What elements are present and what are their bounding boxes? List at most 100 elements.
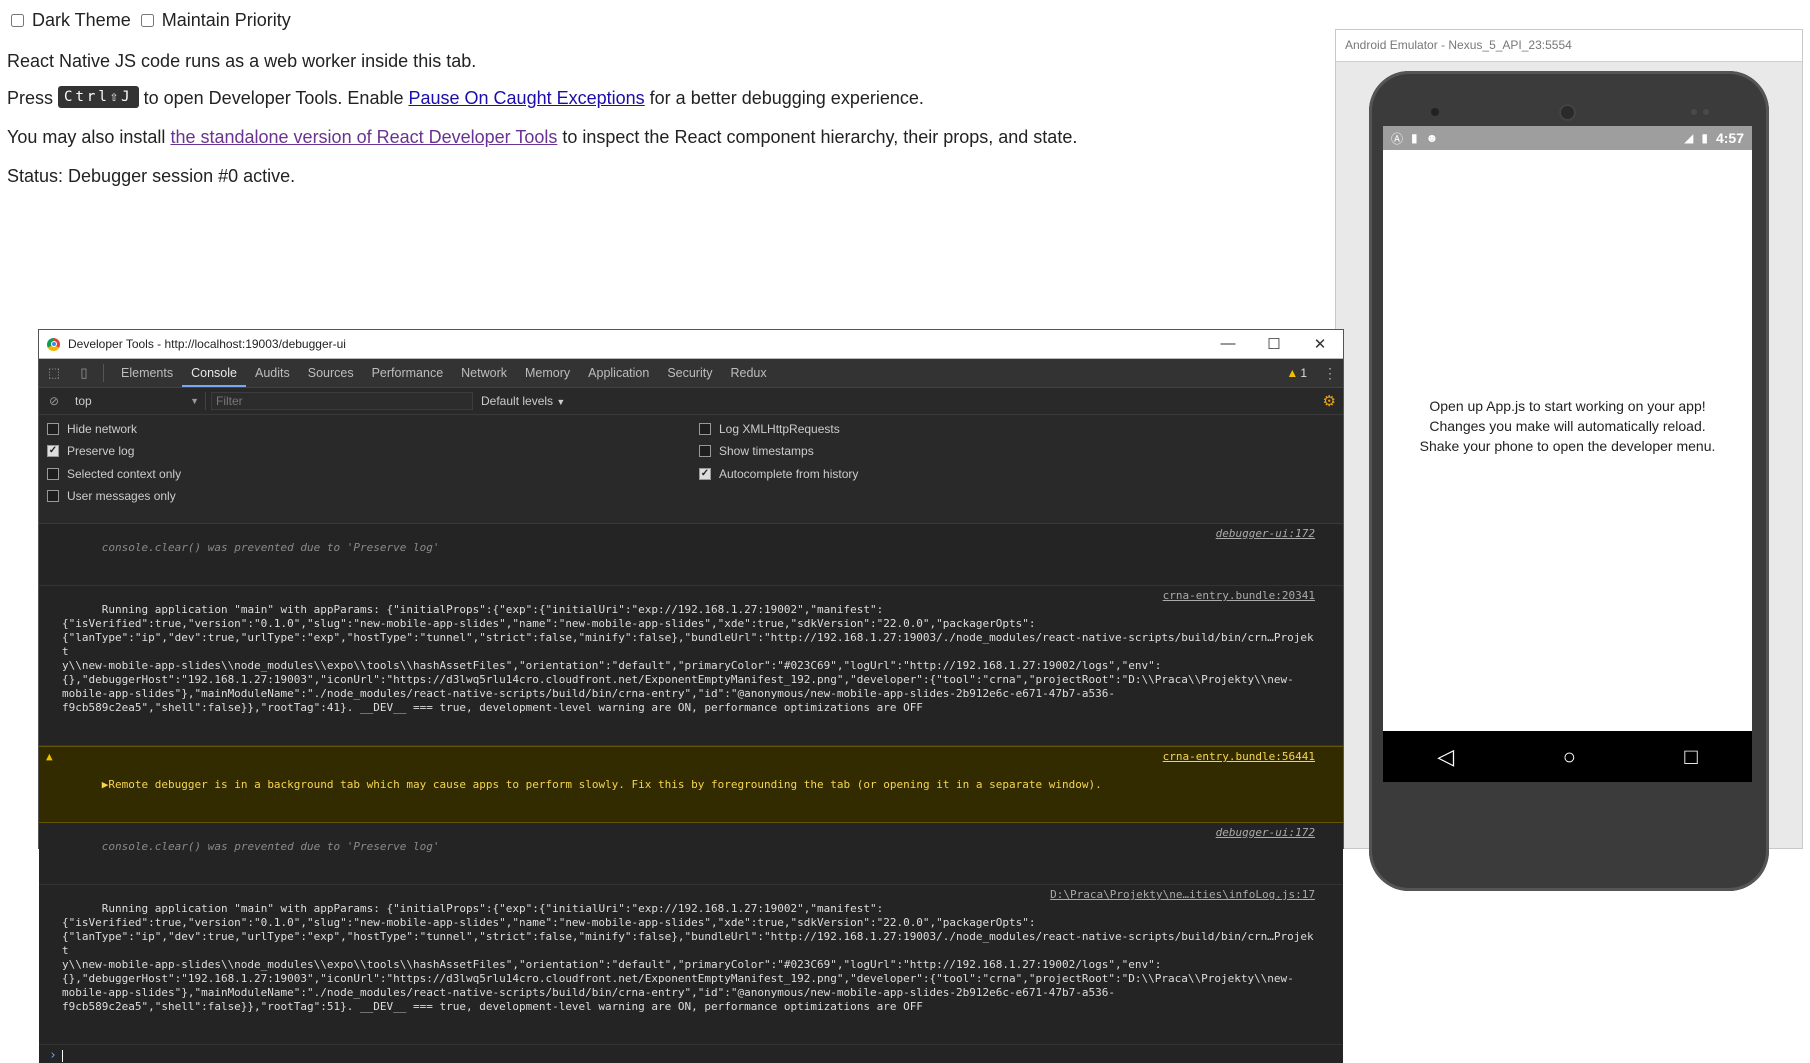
- show-timestamps-checkbox[interactable]: [699, 445, 711, 457]
- android-status-bar: Ⓐ ▮ ☻ ◢ ▮ 4:57: [1383, 126, 1752, 150]
- recents-icon[interactable]: □: [1684, 744, 1697, 770]
- log-xhr-checkbox[interactable]: [699, 423, 711, 435]
- app-message-line: Changes you make will automatically relo…: [1429, 418, 1706, 434]
- message-text[interactable]: ▶Remote debugger is in a background tab …: [102, 778, 1102, 791]
- app-message: Open up App.js to start working on your …: [1383, 396, 1752, 456]
- message-source-link[interactable]: debugger-ui:172: [1209, 527, 1315, 541]
- tab-network[interactable]: Network: [452, 359, 516, 387]
- speaker-grille-icon: [1559, 104, 1576, 121]
- tab-redux[interactable]: Redux: [721, 359, 775, 387]
- phone-screen[interactable]: Ⓐ ▮ ☻ ◢ ▮ 4:57 Open up App.js to start w…: [1383, 126, 1752, 782]
- selected-context-setting[interactable]: Selected context only: [47, 467, 181, 481]
- message-text: Running application "main" with appParam…: [62, 902, 1314, 1013]
- user-messages-checkbox[interactable]: [47, 490, 59, 502]
- home-icon[interactable]: ○: [1563, 744, 1576, 770]
- console-message: Running application "main" with appParam…: [39, 885, 1343, 1045]
- preserve-log-label: Preserve log: [67, 444, 135, 458]
- minimize-button[interactable]: —: [1205, 335, 1251, 353]
- message-source-link[interactable]: crna-entry.bundle:56441: [1156, 750, 1315, 764]
- clear-console-icon[interactable]: ⊘: [39, 394, 69, 408]
- devtools-title: Developer Tools - http://localhost:19003…: [68, 337, 346, 351]
- filter-input[interactable]: [211, 392, 473, 410]
- preserve-log-setting[interactable]: ✓ Preserve log: [47, 444, 134, 458]
- warning-icon: ▲: [46, 750, 53, 763]
- tab-console[interactable]: Console: [182, 359, 246, 387]
- hide-network-checkbox[interactable]: [47, 423, 59, 435]
- text-cursor: [61, 1049, 63, 1062]
- console-warning: ▲ ▶Remote debugger is in a background ta…: [39, 746, 1343, 823]
- divider: [103, 364, 104, 382]
- app-message-line: Open up App.js to start working on your …: [1429, 398, 1706, 414]
- message-source-link[interactable]: debugger-ui:172: [1209, 826, 1315, 840]
- notification-icon: Ⓐ: [1391, 131, 1404, 146]
- close-button[interactable]: ✕: [1297, 335, 1343, 353]
- console-output[interactable]: console.clear() was prevented due to 'Pr…: [39, 524, 1343, 1063]
- install-prefix-text: You may also install: [7, 127, 166, 147]
- battery-icon: ▮: [1701, 131, 1708, 145]
- show-timestamps-label: Show timestamps: [719, 444, 814, 458]
- preserve-log-checkbox[interactable]: ✓: [47, 445, 59, 457]
- debugger-status: Status: Debugger session #0 active.: [7, 166, 296, 186]
- press-text: Press: [7, 87, 54, 108]
- react-devtools-link[interactable]: the standalone version of React Develope…: [170, 127, 557, 147]
- console-prompt[interactable]: ›: [39, 1045, 1343, 1063]
- device-toolbar-icon[interactable]: ▯: [69, 365, 99, 381]
- tab-memory[interactable]: Memory: [516, 359, 579, 387]
- tab-security[interactable]: Security: [658, 359, 721, 387]
- selected-context-label: Selected context only: [67, 467, 182, 481]
- front-camera-icon: [1431, 108, 1439, 116]
- log-levels-dropdown[interactable]: Default levels ▼: [481, 394, 565, 408]
- message-text: console.clear() was prevented due to 'Pr…: [101, 541, 440, 554]
- dark-theme-checkbox[interactable]: [11, 13, 24, 27]
- autocomplete-checkbox[interactable]: ✓: [699, 468, 711, 480]
- maintain-priority-label: Maintain Priority: [161, 9, 291, 30]
- log-levels-value: Default levels: [481, 394, 554, 408]
- log-xhr-setting[interactable]: Log XMLHttpRequests: [699, 422, 840, 436]
- install-instructions: You may also install the standalone vers…: [7, 128, 1077, 146]
- sensor-icon: [1691, 109, 1697, 115]
- maximize-button[interactable]: ☐: [1251, 335, 1297, 353]
- android-nav-bar: ◁ ○ □: [1383, 731, 1752, 782]
- devtools-instructions: Press Ctrl⇧J to open Developer Tools. En…: [7, 86, 924, 110]
- autocomplete-setting[interactable]: ✓ Autocomplete from history: [699, 467, 858, 481]
- gear-icon[interactable]: ⚙: [1323, 392, 1336, 410]
- show-timestamps-setting[interactable]: Show timestamps: [699, 444, 814, 458]
- message-source-link[interactable]: crna-entry.bundle:20341: [1156, 589, 1315, 603]
- debugger-page: Dark Theme Maintain Priority React Nativ…: [7, 0, 1327, 186]
- message-source-link[interactable]: D:\Praca\Projekty\ne…ities\infoLog.js:17: [1044, 888, 1315, 902]
- user-messages-label: User messages only: [67, 489, 176, 503]
- more-options-icon[interactable]: ⋮: [1317, 365, 1343, 382]
- message-text: Running application "main" with appParam…: [62, 603, 1314, 714]
- prompt-chevron-icon: ›: [49, 1048, 57, 1063]
- pause-on-caught-exceptions-link[interactable]: Pause On Caught Exceptions: [409, 88, 645, 108]
- install-suffix-text: to inspect the React component hierarchy…: [562, 127, 1078, 147]
- chrome-icon: [47, 337, 60, 351]
- chevron-down-icon: ▼: [556, 397, 566, 407]
- press-middle-text: to open Developer Tools. Enable: [143, 87, 404, 108]
- devtools-tabbar: ⬚ ▯ Elements Console Audits Sources Perf…: [39, 359, 1343, 388]
- console-toolbar: ⊘ top ▼ Default levels ▼ ⚙: [39, 388, 1343, 415]
- tab-sources[interactable]: Sources: [299, 359, 363, 387]
- context-selector[interactable]: top ▼: [69, 392, 206, 410]
- autocomplete-label: Autocomplete from history: [719, 467, 859, 481]
- inspect-element-icon[interactable]: ⬚: [39, 365, 69, 381]
- window-controls: — ☐ ✕: [1205, 335, 1343, 353]
- tab-audits[interactable]: Audits: [246, 359, 299, 387]
- devtools-titlebar: Developer Tools - http://localhost:19003…: [39, 330, 1343, 359]
- back-icon[interactable]: ◁: [1437, 744, 1454, 770]
- status-time: 4:57: [1715, 130, 1744, 146]
- maintain-priority-checkbox[interactable]: [140, 13, 154, 27]
- console-message: Running application "main" with appParam…: [39, 586, 1343, 746]
- warning-count-badge[interactable]: ▲ 1: [1286, 366, 1307, 380]
- tab-elements[interactable]: Elements: [112, 359, 182, 387]
- selected-context-checkbox[interactable]: [47, 468, 59, 480]
- tab-performance[interactable]: Performance: [363, 359, 453, 387]
- user-messages-setting[interactable]: User messages only: [47, 489, 176, 503]
- hide-network-setting[interactable]: Hide network: [47, 422, 137, 436]
- tab-application[interactable]: Application: [579, 359, 658, 387]
- sd-card-icon: ▮: [1411, 131, 1418, 145]
- press-suffix-text: for a better debugging experience.: [649, 87, 924, 108]
- sensor-icon: [1703, 109, 1709, 115]
- console-message: console.clear() was prevented due to 'Pr…: [39, 524, 1343, 586]
- chevron-down-icon: ▼: [190, 396, 199, 406]
